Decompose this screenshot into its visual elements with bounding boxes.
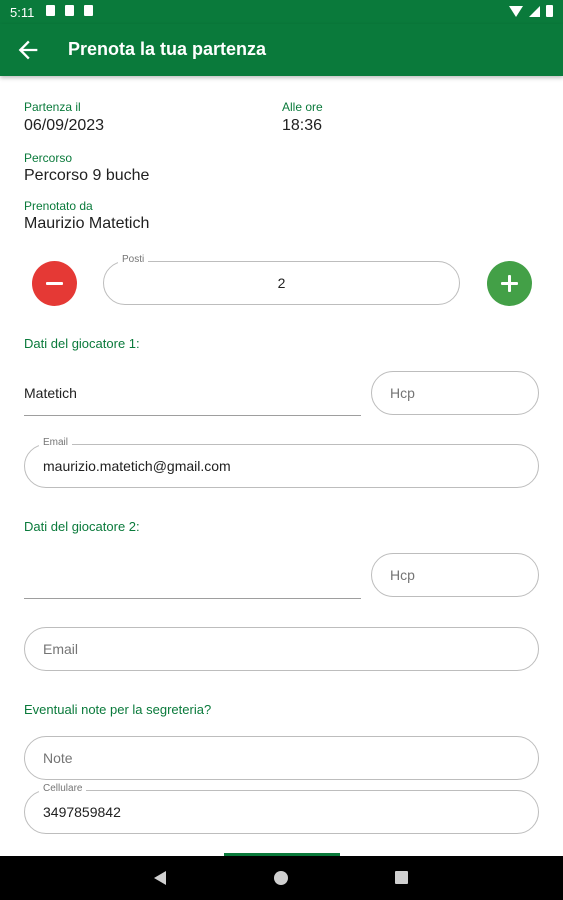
signal-icon	[529, 5, 540, 17]
player1-section-label: Dati del giocatore 1:	[24, 336, 140, 351]
app-bar: Prenota la tua partenza	[0, 24, 563, 76]
phone-label: Cellulare	[39, 783, 87, 794]
player2-email-placeholder: Email	[43, 641, 79, 657]
player2-hcp-field[interactable]: Hcp	[371, 553, 539, 597]
notes-placeholder: Note	[43, 750, 73, 766]
player2-name-field[interactable]	[24, 553, 361, 599]
phone-field[interactable]: Cellulare 3497859842	[24, 783, 539, 834]
nav-home-icon[interactable]	[274, 871, 288, 885]
system-nav-bar	[0, 856, 563, 900]
minus-icon	[46, 282, 63, 285]
seats-value: 2	[277, 275, 286, 291]
player2-section-label: Dati del giocatore 2:	[24, 519, 140, 534]
notes-field[interactable]: Note	[24, 736, 539, 780]
booked-by-value: Maurizio Matetich	[24, 215, 150, 232]
phone-value: 3497859842	[43, 804, 121, 820]
date-value: 06/09/2023	[24, 117, 105, 134]
player1-hcp-placeholder: Hcp	[390, 385, 415, 401]
seats-field[interactable]: Posti 2	[103, 254, 460, 305]
date-label: Partenza il	[24, 100, 81, 114]
decrease-seats-button[interactable]	[32, 261, 77, 306]
player1-name-value: Matetich	[24, 385, 77, 401]
player2-hcp-placeholder: Hcp	[390, 567, 415, 583]
player1-email-label: Email	[39, 437, 73, 448]
player2-email-field[interactable]: Email	[24, 627, 539, 671]
nav-recents-icon[interactable]	[395, 871, 408, 884]
page-title: Prenota la tua partenza	[68, 39, 267, 59]
nav-back-icon[interactable]	[154, 871, 166, 885]
course-value: Percorso 9 buche	[24, 167, 150, 184]
battery-icon	[546, 5, 553, 17]
system-icons	[509, 5, 553, 17]
arrow-left-icon[interactable]	[14, 36, 42, 64]
status-time: 5:11	[10, 5, 35, 20]
notification-icons	[46, 5, 93, 16]
player1-name-field[interactable]: Matetich	[24, 371, 361, 416]
course-label: Percorso	[24, 151, 73, 165]
notes-section-label: Eventuali note per la segreteria?	[24, 702, 212, 717]
notification-icon	[46, 5, 55, 16]
notification-icon	[65, 5, 74, 16]
player1-email-field[interactable]: Email maurizio.matetich@gmail.com	[24, 437, 539, 488]
booked-by-label: Prenotato da	[24, 199, 93, 213]
player1-email-value: maurizio.matetich@gmail.com	[43, 458, 231, 474]
increase-seats-button[interactable]	[487, 261, 532, 306]
time-label: Alle ore	[282, 100, 323, 114]
wifi-icon	[509, 5, 523, 17]
status-bar: 5:11	[0, 0, 563, 24]
time-value: 18:36	[282, 117, 323, 134]
player1-hcp-field[interactable]: Hcp	[371, 371, 539, 415]
notification-icon	[84, 5, 93, 16]
seats-label: Posti	[118, 254, 149, 265]
